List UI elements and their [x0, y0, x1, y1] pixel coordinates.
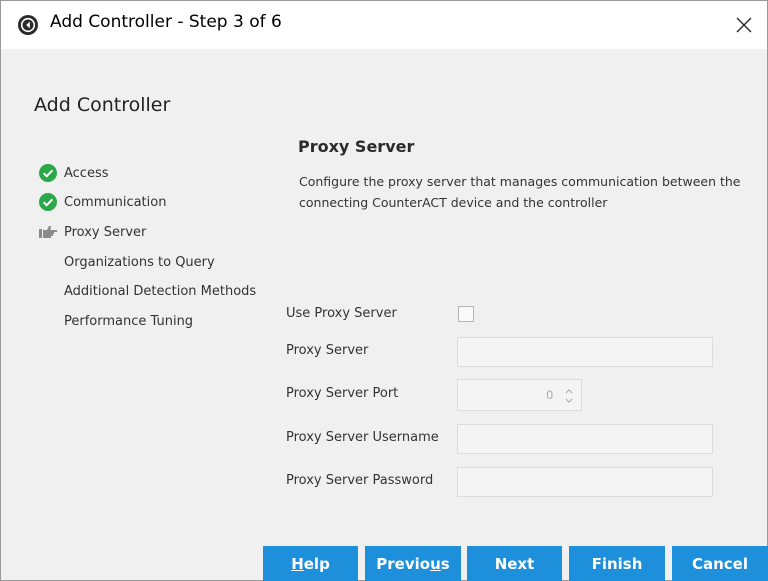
- check-circle-icon: [39, 192, 64, 212]
- help-label-rest: elp: [303, 555, 330, 573]
- step-access: Access: [39, 162, 109, 184]
- step-proxy-server: Proxy Server: [39, 221, 146, 243]
- section-title: Proxy Server: [298, 137, 415, 156]
- dialog-heading: Add Controller: [34, 94, 171, 116]
- app-logo-icon: [18, 15, 38, 35]
- step-communication: Communication: [39, 191, 166, 213]
- cancel-button[interactable]: Cancel: [672, 546, 768, 581]
- proxy-username-field[interactable]: [457, 424, 713, 454]
- help-mnemonic: H: [291, 555, 304, 573]
- section-description: Configure the proxy server that manages …: [299, 174, 741, 210]
- use-proxy-label: Use Proxy Server: [286, 306, 397, 321]
- close-button[interactable]: [721, 1, 767, 49]
- proxy-port-spinner[interactable]: 0: [457, 379, 582, 411]
- proxy-password-field[interactable]: [457, 467, 713, 497]
- use-proxy-checkbox[interactable]: [458, 306, 474, 322]
- proxy-server-field[interactable]: [457, 337, 713, 367]
- step-performance-tuning: Performance Tuning: [39, 310, 193, 332]
- proxy-port-label: Proxy Server Port: [286, 386, 399, 401]
- title-bar: Add Controller - Step 3 of 6: [1, 1, 767, 49]
- close-icon: [736, 17, 752, 33]
- proxy-password-label: Proxy Server Password: [286, 473, 434, 488]
- window-title: Add Controller - Step 3 of 6: [50, 12, 282, 32]
- previous-label-start: Previo: [376, 555, 431, 573]
- add-controller-dialog: Add Controller - Step 3 of 6 Add Control…: [0, 0, 768, 581]
- finish-button[interactable]: Finish: [569, 546, 665, 581]
- step-label: Performance Tuning: [64, 313, 194, 329]
- pointing-hand-icon: [39, 222, 64, 242]
- step-label: Proxy Server: [64, 224, 147, 240]
- step-label: Communication: [64, 194, 167, 210]
- step-label: Organizations to Query: [64, 254, 215, 270]
- previous-button[interactable]: Previo u s: [365, 546, 461, 581]
- step-label: Additional Detection Methods: [64, 283, 257, 299]
- step-label: Access: [64, 165, 109, 181]
- proxy-port-value: 0: [546, 388, 553, 402]
- proxy-server-label: Proxy Server: [286, 343, 369, 358]
- previous-mnemonic: u: [430, 555, 441, 573]
- spinner-arrows-icon[interactable]: [563, 386, 575, 406]
- proxy-username-label: Proxy Server Username: [286, 430, 439, 445]
- next-button[interactable]: Next: [467, 546, 562, 581]
- previous-label-end: s: [440, 555, 450, 573]
- step-additional-detection-methods: Additional Detection Methods: [39, 280, 256, 302]
- check-circle-icon: [39, 163, 64, 183]
- help-button[interactable]: Help: [263, 546, 358, 581]
- step-organizations-to-query: Organizations to Query: [39, 251, 215, 273]
